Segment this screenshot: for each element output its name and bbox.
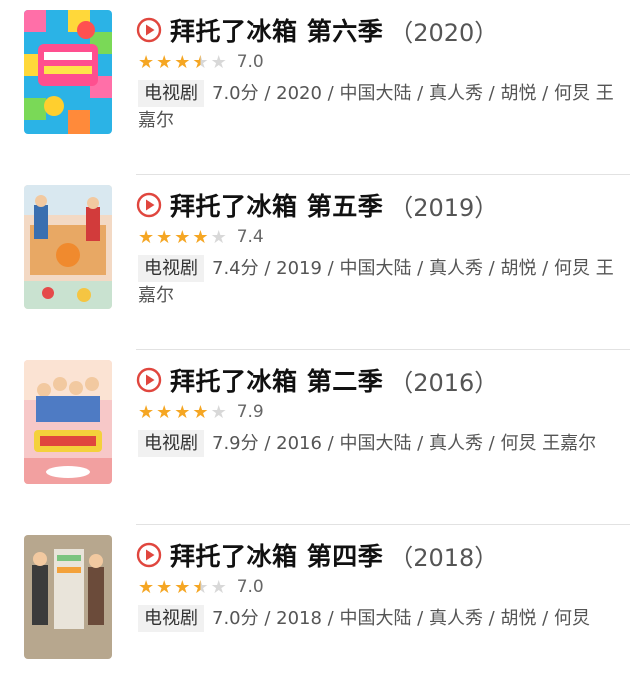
result-year: （2019）: [389, 193, 499, 222]
star-icon: ★: [210, 401, 227, 423]
play-circle-icon: [136, 17, 162, 43]
meta-text: 7.0分 / 2018 / 中国大陆 / 真人秀 / 胡悦 / 何炅: [212, 608, 590, 629]
star-icon: ★: [156, 226, 173, 248]
star-icon: ★: [138, 401, 155, 423]
result-title[interactable]: 拜托了冰箱 第四季: [170, 537, 383, 573]
meta-text: 7.4分 / 2019 / 中国大陆 / 真人秀 / 胡悦 / 何炅 王嘉尔: [138, 258, 614, 306]
poster-thumbnail[interactable]: [24, 185, 112, 309]
result-item[interactable]: 拜托了冰箱 第五季 （2019） ★ ★ ★ ★ ★ 7.4 电视剧 7.4分 / 201…: [0, 175, 640, 350]
result-item[interactable]: 拜托了冰箱 第六季 （2020） ★ ★ ★ ★ ★ 7.0 电视剧 7.0分 / 202…: [0, 0, 640, 175]
category-badge: 电视剧: [138, 430, 204, 457]
result-title[interactable]: 拜托了冰箱 第六季: [170, 12, 383, 48]
star-icon: ★: [192, 401, 209, 423]
title-row[interactable]: 拜托了冰箱 第六季 （2020）: [136, 12, 498, 48]
star-icon: ★: [210, 576, 227, 598]
result-year: （2020）: [389, 18, 499, 47]
result-meta: 电视剧 7.9分 / 2016 / 中国大陆 / 真人秀 / 何炅 王嘉尔: [138, 430, 630, 457]
star-icon: ★: [174, 576, 191, 598]
star-icon: ★: [192, 51, 209, 73]
rating-row: ★ ★ ★ ★ ★ 7.0: [138, 577, 264, 597]
poster-thumbnail[interactable]: [24, 535, 112, 659]
meta-text: 7.0分 / 2020 / 中国大陆 / 真人秀 / 胡悦 / 何炅 王嘉尔: [138, 83, 614, 131]
star-icon: ★: [138, 226, 155, 248]
star-rating: ★ ★ ★ ★ ★: [138, 578, 229, 597]
star-icon: ★: [156, 576, 173, 598]
star-icon: ★: [210, 51, 227, 73]
category-badge: 电视剧: [138, 255, 204, 282]
result-meta: 电视剧 7.0分 / 2018 / 中国大陆 / 真人秀 / 胡悦 / 何炅: [138, 605, 630, 632]
star-icon: ★: [156, 401, 173, 423]
result-year: （2018）: [389, 543, 499, 572]
title-row[interactable]: 拜托了冰箱 第四季 （2018）: [136, 537, 498, 573]
play-circle-icon: [136, 542, 162, 568]
search-result-list: 拜托了冰箱 第六季 （2020） ★ ★ ★ ★ ★ 7.0 电视剧 7.0分 / 202…: [0, 0, 640, 659]
play-circle-icon: [136, 192, 162, 218]
rating-score: 7.0: [236, 52, 264, 72]
rating-row: ★ ★ ★ ★ ★ 7.9: [138, 402, 264, 422]
result-title[interactable]: 拜托了冰箱 第二季: [170, 362, 383, 398]
title-row[interactable]: 拜托了冰箱 第五季 （2019）: [136, 187, 498, 223]
rating-score: 7.0: [236, 577, 264, 597]
star-icon: ★: [174, 226, 191, 248]
star-rating: ★ ★ ★ ★ ★: [138, 53, 229, 72]
result-item[interactable]: 拜托了冰箱 第二季 （2016） ★ ★ ★ ★ ★ 7.9 电视剧 7.9分 / 201…: [0, 350, 640, 525]
star-icon: ★: [192, 226, 209, 248]
result-year: （2016）: [389, 368, 499, 397]
star-icon: ★: [138, 51, 155, 73]
poster-thumbnail[interactable]: [24, 360, 112, 484]
category-badge: 电视剧: [138, 605, 204, 632]
star-icon: ★: [174, 51, 191, 73]
rating-score: 7.4: [236, 227, 264, 247]
result-meta: 电视剧 7.0分 / 2020 / 中国大陆 / 真人秀 / 胡悦 / 何炅 王嘉…: [138, 80, 630, 134]
play-circle-icon: [136, 367, 162, 393]
result-item[interactable]: 拜托了冰箱 第四季 （2018） ★ ★ ★ ★ ★ 7.0 电视剧 7.0分 / 201…: [0, 525, 640, 700]
star-icon: ★: [156, 51, 173, 73]
result-title[interactable]: 拜托了冰箱 第五季: [170, 187, 383, 223]
category-badge: 电视剧: [138, 80, 204, 107]
result-meta: 电视剧 7.4分 / 2019 / 中国大陆 / 真人秀 / 胡悦 / 何炅 王嘉…: [138, 255, 630, 309]
rating-row: ★ ★ ★ ★ ★ 7.4: [138, 227, 264, 247]
star-rating: ★ ★ ★ ★ ★: [138, 403, 229, 422]
star-icon: ★: [210, 226, 227, 248]
rating-score: 7.9: [236, 402, 264, 422]
meta-text: 7.9分 / 2016 / 中国大陆 / 真人秀 / 何炅 王嘉尔: [212, 433, 597, 454]
star-icon: ★: [138, 576, 155, 598]
star-icon: ★: [192, 576, 209, 598]
rating-row: ★ ★ ★ ★ ★ 7.0: [138, 52, 264, 72]
star-rating: ★ ★ ★ ★ ★: [138, 228, 229, 247]
poster-thumbnail[interactable]: [24, 10, 112, 134]
star-icon: ★: [174, 401, 191, 423]
title-row[interactable]: 拜托了冰箱 第二季 （2016）: [136, 362, 498, 398]
